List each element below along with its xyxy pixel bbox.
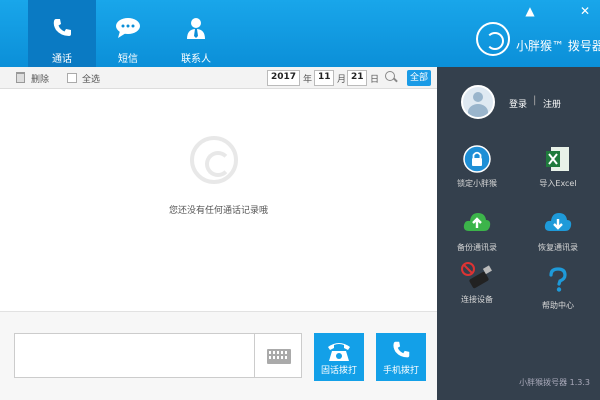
tab-messages[interactable]: 短信	[94, 0, 162, 67]
keypad-button[interactable]	[255, 333, 302, 378]
tool-label: 导入Excel	[539, 179, 577, 188]
avatar[interactable]	[461, 85, 495, 119]
call-log-list: 您还没有任何通话记录哦	[0, 89, 437, 311]
landline-call-button[interactable]: 固话拨打	[314, 333, 364, 381]
phone-number-input[interactable]	[14, 333, 255, 378]
tab-label: 通话	[52, 54, 72, 65]
dial-panel: 固话拨打 手机拨打	[0, 311, 437, 400]
close-icon[interactable]: ✕	[578, 4, 592, 18]
cloud-download-icon	[543, 209, 573, 238]
phone-icon	[50, 16, 74, 43]
day-unit: 日	[370, 75, 380, 85]
sidebar: 登录 | 注册 锁定小胖猴 导入Excel 备份通讯录 恢复通讯录 连接设备 帮…	[437, 67, 600, 400]
select-all-checkbox[interactable]	[67, 73, 77, 83]
monkey-logo-icon	[476, 22, 510, 56]
excel-icon	[545, 145, 571, 176]
year-unit: 年	[303, 75, 313, 85]
phone-icon	[390, 339, 412, 364]
brand-name: 小胖猴™ 拨号器	[516, 39, 600, 53]
lock-icon	[463, 145, 491, 176]
tab-label: 联系人	[181, 54, 211, 65]
search-icon[interactable]	[385, 71, 395, 81]
mobile-call-label: 手机拨打	[382, 366, 419, 376]
select-all-label[interactable]: 全选	[82, 72, 100, 85]
tool-label: 恢复通讯录	[538, 243, 578, 252]
contact-icon	[184, 16, 208, 43]
month-unit: 月	[337, 75, 347, 85]
cloud-upload-icon	[462, 209, 492, 238]
login-link[interactable]: 登录	[509, 97, 527, 110]
tool-label: 备份通讯录	[457, 243, 497, 252]
empty-state-text: 您还没有任何通话记录哦	[168, 206, 268, 216]
month-field[interactable]: 11	[314, 70, 334, 86]
version-text: 小胖猴拨号器 1.3.3	[519, 378, 590, 387]
telephone-icon	[326, 339, 352, 366]
tool-label: 锁定小胖猴	[457, 179, 497, 188]
mobile-call-button[interactable]: 手机拨打	[376, 333, 426, 381]
header-bar: 通话 短信 联系人 ▲ ✕ 小胖猴™ 拨号器	[0, 0, 600, 67]
collapse-icon[interactable]: ▲	[523, 4, 537, 18]
register-link[interactable]: 注册	[543, 97, 561, 110]
all-button[interactable]: 全部	[407, 70, 431, 86]
help-icon	[548, 267, 568, 296]
usb-device-icon	[460, 261, 494, 294]
tab-contacts[interactable]: 联系人	[162, 0, 230, 67]
login-separator: |	[533, 95, 537, 106]
empty-state-logo-icon	[190, 136, 238, 184]
day-field[interactable]: 21	[347, 70, 367, 86]
delete-button[interactable]: 删除	[31, 72, 49, 85]
tool-label: 帮助中心	[542, 301, 574, 310]
landline-call-label: 固话拨打	[320, 366, 357, 376]
call-log-toolbar: 删除 全选 2017 年 11 月 21 日 全部	[0, 67, 437, 89]
message-icon	[114, 16, 142, 43]
tool-label: 连接设备	[461, 295, 493, 304]
year-field[interactable]: 2017	[267, 70, 300, 86]
tab-label: 短信	[118, 54, 138, 65]
trash-icon[interactable]	[16, 72, 25, 83]
keyboard-icon	[267, 349, 291, 364]
tab-calls[interactable]: 通话	[28, 0, 96, 67]
